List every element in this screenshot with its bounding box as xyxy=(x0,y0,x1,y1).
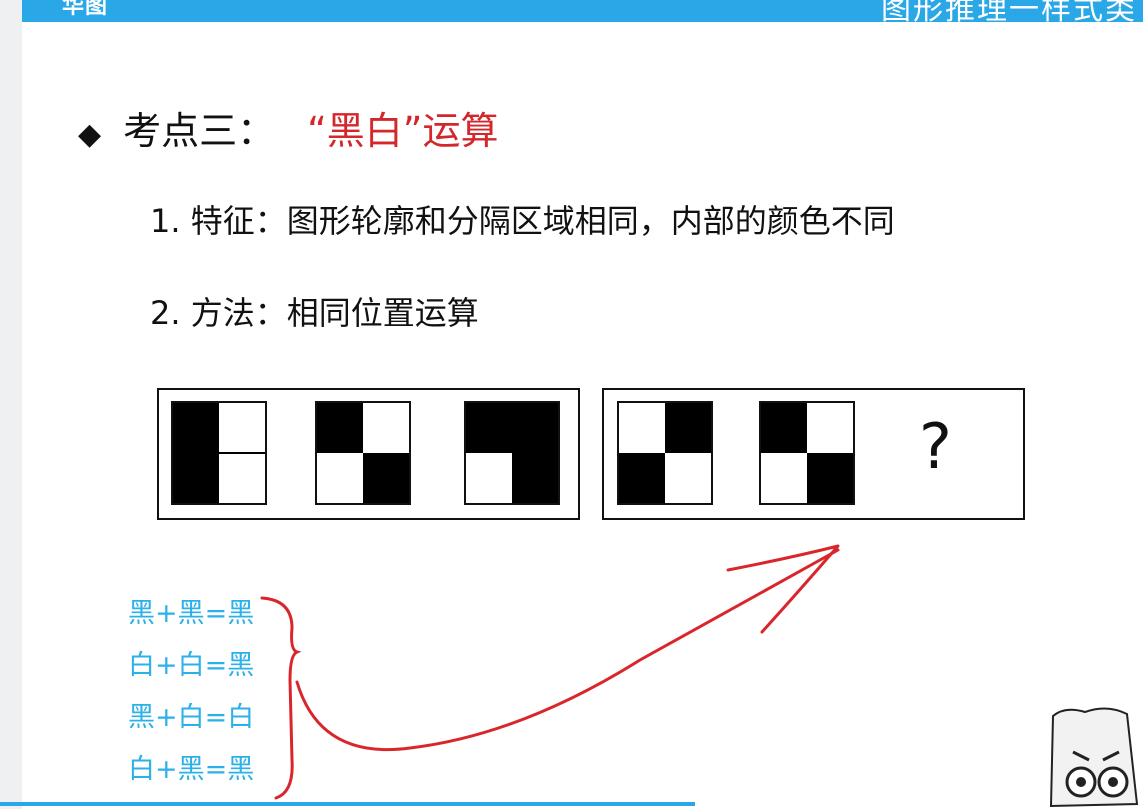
mascot-pupil-left xyxy=(1076,777,1086,787)
progress-line xyxy=(0,802,695,806)
red-brace-annotation xyxy=(260,596,302,800)
red-annotation xyxy=(260,544,840,800)
red-arrow-curve xyxy=(295,548,840,752)
mascot-character xyxy=(1049,707,1139,808)
mascot-pupil-right xyxy=(1108,777,1118,787)
